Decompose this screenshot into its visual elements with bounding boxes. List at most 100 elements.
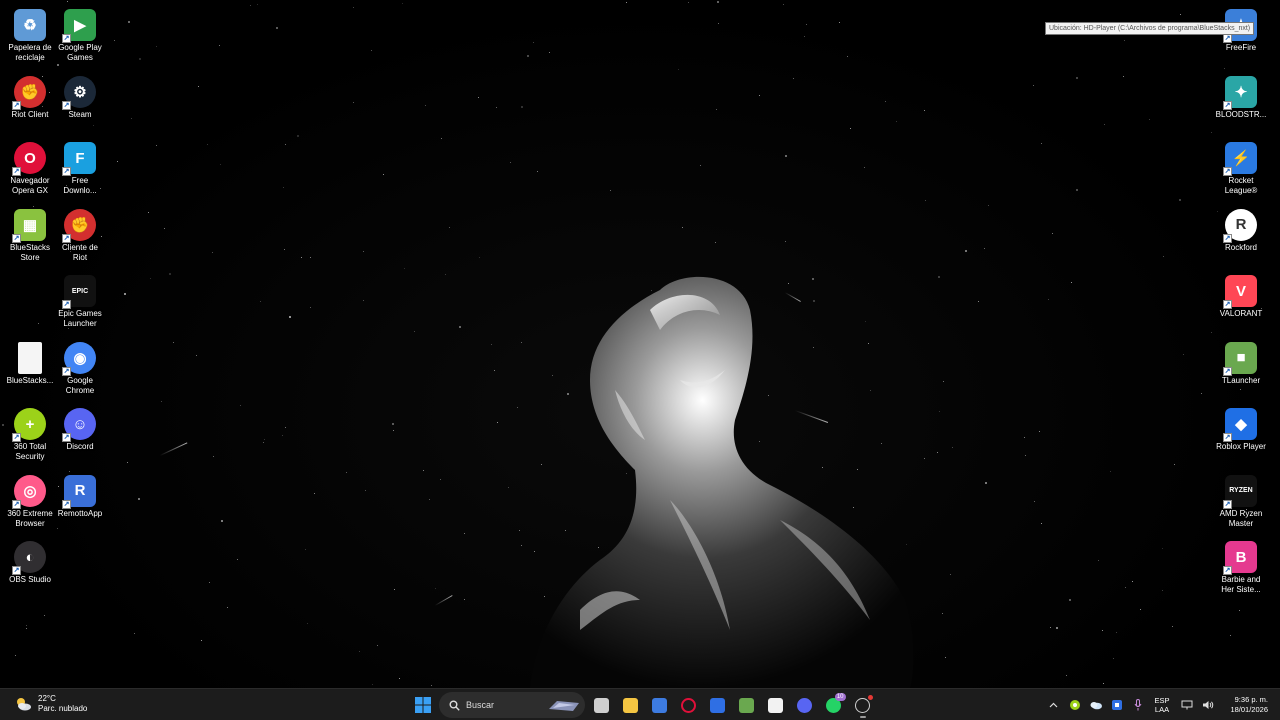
shortcut-arrow-icon: ↗: [62, 300, 71, 309]
desktop-icon-google-play-games[interactable]: ▶ ↗ Google Play Games: [50, 3, 110, 65]
desktop-icon-bloodstrike[interactable]: ✦ ↗ BLOODSTR...: [1211, 70, 1271, 132]
taskbar-snipping-tool[interactable]: [646, 691, 674, 719]
remotto-icon: [710, 697, 725, 713]
star: [371, 684, 373, 686]
microphone-icon[interactable]: [1127, 691, 1148, 719]
star: [285, 426, 287, 428]
star: [250, 4, 252, 6]
star: [1065, 674, 1067, 676]
show-desktop-button[interactable]: [1274, 689, 1280, 720]
desktop-icon-free-download-manager[interactable]: F ↗ Free Downlo...: [50, 136, 110, 198]
star: [276, 26, 279, 29]
taskbar-minecraft[interactable]: [733, 691, 761, 719]
input-language[interactable]: ESP LAA: [1148, 696, 1176, 714]
star: [1162, 548, 1164, 550]
network-icon[interactable]: [1176, 691, 1197, 719]
taskbar-discord[interactable]: [791, 691, 819, 719]
star: [206, 143, 208, 145]
star: [283, 187, 285, 189]
tray-network-app-icon[interactable]: [1106, 691, 1127, 719]
star: [1200, 392, 1202, 394]
chrome-icon: ◉ ↗: [62, 341, 96, 376]
lang-bottom: LAA: [1154, 705, 1170, 714]
desktop-icon-steam[interactable]: ⚙ ↗ Steam: [50, 70, 110, 132]
star: [715, 108, 717, 110]
taskbar-task-view[interactable]: [588, 691, 616, 719]
shortcut-arrow-icon: ↗: [1223, 366, 1232, 376]
start-button[interactable]: [409, 691, 437, 719]
desktop[interactable]: ♻ Papelera de reciclaje ▶ ↗ Google Play Game…: [0, 0, 1280, 688]
desktop-icon-discord[interactable]: ☺ ↗ Discord: [50, 402, 110, 464]
desktop-icon-label: Barbie and Her Siste...: [1221, 575, 1261, 594]
star: [1183, 354, 1185, 356]
star: [116, 161, 118, 163]
star: [264, 438, 266, 440]
shortcut-arrow-icon: ↗: [62, 100, 71, 110]
star: [1171, 626, 1173, 628]
star: [1075, 188, 1078, 191]
chrome-humanoid-wallpaper: [530, 276, 914, 688]
epic-games-icon: EPIC ↗: [62, 275, 96, 309]
star: [435, 588, 437, 590]
desktop-icon-amd-ryzen[interactable]: RYZEN ↗ AMD Ryzen Master: [1211, 469, 1271, 531]
desktop-icon-barbie[interactable]: B ↗ Barbie and Her Siste...: [1211, 535, 1271, 597]
desktop-icon-label: Roblox Player: [1216, 442, 1266, 451]
desktop-icon-rockford[interactable]: R ↗ Rockford: [1211, 203, 1271, 265]
taskbar-file-explorer[interactable]: [617, 691, 645, 719]
star: [1229, 635, 1231, 637]
desktop-icon-chrome[interactable]: ◉ ↗ Google Chrome: [50, 336, 110, 398]
star: [937, 452, 939, 454]
show-hidden-icons-chevron-icon[interactable]: [1043, 691, 1064, 719]
star: [156, 45, 158, 47]
search-box[interactable]: Buscar: [439, 692, 585, 718]
desktop-icon-roblox[interactable]: ◆ ↗ Roblox Player: [1211, 402, 1271, 464]
desktop-icon-remotto-app[interactable]: R ↗ RemottoApp: [50, 469, 110, 531]
star: [688, 2, 690, 4]
star: [114, 40, 116, 42]
desktop-icon-tlauncher[interactable]: ■ ↗ TLauncher: [1211, 336, 1271, 398]
star: [1116, 631, 1118, 633]
tlauncher-icon: ■ ↗: [1223, 341, 1257, 376]
taskbar-opera-gx[interactable]: [675, 691, 703, 719]
file-explorer-icon: [623, 697, 638, 713]
desktop-icon-epic-games[interactable]: EPIC ↗ Epic Games Launcher: [50, 269, 110, 331]
desktop-icon-label: Free Downlo...: [63, 176, 97, 195]
star: [987, 204, 989, 206]
star: [197, 86, 199, 88]
desktop-icon-obs-studio[interactable]: ◐ ↗ OBS Studio: [0, 535, 60, 597]
obs-studio-icon: ◐ ↗: [12, 541, 46, 575]
star: [895, 120, 897, 122]
windows-logo-icon: [414, 697, 431, 713]
taskbar-notepad[interactable]: [762, 691, 790, 719]
tray-cloud-icon[interactable]: [1085, 691, 1106, 719]
star: [517, 407, 519, 409]
star: [430, 685, 432, 687]
desktop-icon-valorant[interactable]: V ↗ VALORANT: [1211, 269, 1271, 331]
star: [38, 323, 40, 325]
star: [1132, 581, 1134, 583]
clock[interactable]: 9:36 p. m. 18/01/2026: [1218, 695, 1268, 715]
star: [161, 401, 163, 403]
star: [1056, 626, 1059, 629]
desktop-icon-rocket-league[interactable]: ⚡ ↗ Rocket League®: [1211, 136, 1271, 198]
star: [984, 482, 987, 485]
taskbar-obs-studio[interactable]: [849, 691, 877, 719]
star: [263, 442, 265, 444]
star: [925, 200, 927, 202]
star: [610, 190, 612, 192]
desktop-icon-riot-client[interactable]: ✊ ↗ Cliente de Riot: [50, 203, 110, 265]
taskbar-whatsapp[interactable]: 10: [820, 691, 848, 719]
star: [839, 21, 841, 23]
star: [1048, 299, 1050, 301]
star: [382, 174, 384, 176]
star: [520, 105, 523, 108]
weather-widget[interactable]: 22°C Parc. nublado: [14, 694, 87, 714]
star: [168, 273, 171, 276]
taskbar-remotto[interactable]: [704, 691, 732, 719]
volume-icon[interactable]: [1197, 691, 1218, 719]
document-icon: [18, 341, 42, 374]
star: [1050, 627, 1052, 629]
star: [219, 163, 221, 165]
tray-360-icon[interactable]: [1064, 691, 1085, 719]
opera-gx-icon: O ↗: [12, 142, 46, 176]
